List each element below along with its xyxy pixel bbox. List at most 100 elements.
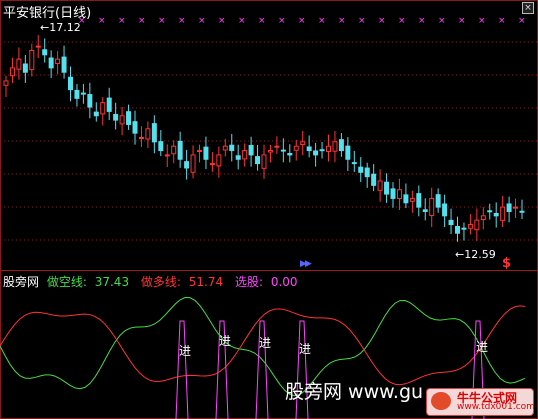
candle-body [467, 224, 473, 229]
signal-label: 进 [219, 334, 232, 348]
select-spike [295, 320, 309, 419]
candle-body [306, 146, 312, 152]
candle-body [164, 154, 170, 157]
candle-body [364, 167, 370, 178]
candle-body [190, 154, 196, 173]
candle-body [126, 111, 132, 125]
select-label: 选股: [234, 275, 264, 289]
candle-body [358, 166, 364, 173]
candle-body [487, 210, 493, 213]
logo-icon [431, 392, 451, 410]
candle-body [184, 161, 190, 169]
candle-body [280, 149, 286, 152]
candle-body [442, 203, 448, 217]
candle-body [416, 193, 422, 208]
candle-body [429, 197, 435, 217]
candle-body [29, 49, 35, 71]
candle-body [461, 227, 467, 230]
candle-body [132, 121, 138, 134]
scroll-arrows-icon[interactable]: ▶▶ [300, 259, 312, 269]
candle-body [42, 49, 48, 56]
marker-cross: × [178, 16, 186, 26]
long-line-legend: 做多线: 51.74 [141, 275, 227, 289]
candle-body [151, 123, 157, 143]
candle-body [203, 146, 209, 160]
candle-body [448, 219, 454, 226]
signal-label: 进 [476, 340, 489, 354]
marker-cross: × [298, 16, 306, 26]
candle-body [119, 115, 125, 125]
candle-body [3, 80, 9, 86]
marker-cross: × [338, 16, 346, 26]
short-line-legend: 做空线: 37.43 [47, 275, 133, 289]
candle-body [390, 188, 396, 199]
signal-label: 进 [259, 336, 272, 350]
candle-body [300, 141, 306, 145]
candle-body [9, 67, 15, 77]
candle-body [113, 113, 119, 121]
candle-body [267, 150, 273, 153]
candle-body [435, 194, 441, 208]
candle-body [242, 150, 248, 160]
candle-body [106, 97, 112, 112]
candle-body [455, 225, 460, 234]
candle-body [338, 139, 344, 152]
close-icon[interactable]: × [522, 2, 534, 14]
candle-body [319, 149, 325, 152]
candle-body [61, 56, 67, 73]
candle-body [513, 206, 519, 209]
candle-body [384, 181, 390, 195]
candle-body [171, 145, 177, 155]
candle-body [396, 189, 402, 200]
marker-cross: × [498, 16, 506, 26]
select-value: 0.00 [270, 275, 298, 289]
select-legend: 选股: 0.00 [235, 275, 302, 289]
candle-body [493, 212, 499, 217]
dollar-marker-icon: $ [502, 256, 512, 271]
marker-cross: × [98, 16, 106, 26]
site-url: www.tdx001.com [457, 402, 535, 412]
low-price-value: 12.59 [464, 248, 496, 261]
candle-body [351, 162, 357, 165]
marker-cross: × [218, 16, 226, 26]
marker-cross: × [398, 16, 406, 26]
candle-body [293, 145, 299, 151]
candle-body [248, 144, 254, 156]
long-line-value: 51.74 [188, 275, 224, 289]
high-price-label: ←17.12 [40, 21, 81, 34]
candle-body [332, 141, 338, 152]
marker-cross: × [358, 16, 366, 26]
candle-body [229, 144, 235, 152]
marker-cross: × [118, 16, 126, 26]
candle-body [93, 111, 99, 117]
select-spike [175, 320, 189, 419]
candle-body [500, 206, 506, 221]
candle-body [506, 203, 512, 212]
candle-body [74, 89, 80, 99]
candle-body [35, 45, 41, 48]
candle-body [209, 163, 215, 166]
candle-body [480, 215, 486, 220]
candle-body [409, 197, 415, 202]
short-line-label: 做空线: [46, 275, 87, 289]
candle-body [313, 150, 319, 156]
indicator-name: 股旁网 [3, 275, 40, 289]
candle-body [100, 102, 106, 115]
site-logo: 牛牛公式网 www.tdx001.com [426, 388, 535, 416]
marker-cross: × [458, 16, 466, 26]
candlestick-chart[interactable]: × × × × × × × × × × × × × × × × × × × × × × × [0, 0, 538, 270]
high-price-value: 17.12 [49, 21, 81, 34]
candle-body [274, 145, 280, 148]
candle-body [138, 137, 144, 139]
candle-body [177, 140, 183, 160]
marker-cross: × [258, 16, 266, 26]
candle-body [287, 152, 293, 156]
candle-body [222, 145, 228, 151]
candle-body [422, 209, 428, 212]
candle-body [519, 210, 525, 213]
marker-cross: × [478, 16, 486, 26]
candle-body [326, 145, 331, 152]
marker-cross: × [138, 16, 146, 26]
marker-cross: × [158, 16, 166, 26]
price-panel[interactable]: × × × × × × × × × × × × × × × × × × × × × × × 平安银行(日线) × ←17.1… [0, 0, 538, 271]
